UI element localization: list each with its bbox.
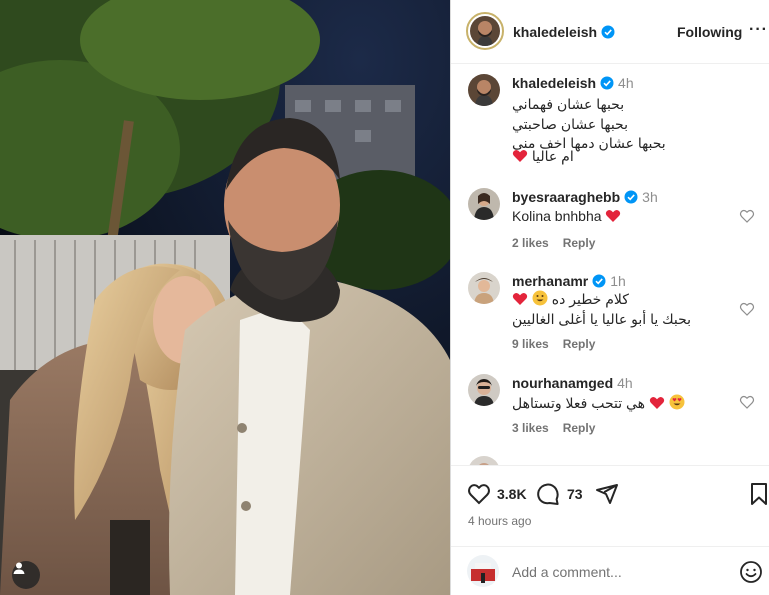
author-username[interactable]: khaledeleish — [513, 24, 615, 40]
comment-meta: 9 likes Reply — [512, 337, 595, 351]
comment-username[interactable]: merhanamr 1h — [512, 273, 626, 289]
comment-like-heart-icon[interactable] — [739, 394, 755, 410]
share-icon[interactable] — [595, 482, 619, 506]
red-heart-emoji-icon — [512, 150, 528, 162]
comment-text: كلام خطير ده — [512, 290, 629, 308]
caption-username-text[interactable]: khaledeleish — [512, 75, 596, 91]
red-heart-emoji-icon — [606, 210, 621, 222]
red-heart-emoji-icon — [512, 293, 528, 305]
verified-badge-icon — [600, 76, 614, 90]
verified-badge-icon — [624, 190, 638, 204]
heart-icon[interactable] — [467, 482, 491, 506]
comment-time: 1h — [610, 273, 626, 289]
caption-username[interactable]: khaledeleish 4h — [512, 75, 634, 91]
caption-time: 4h — [618, 75, 634, 91]
caption-last-line: ام عاليا — [512, 148, 574, 165]
comment-text-value: هي تتحب فعلا وتستاهل — [512, 395, 646, 411]
comment-username-text[interactable]: byesraaraghebb — [512, 189, 620, 205]
comment-like-heart-icon[interactable] — [739, 208, 755, 224]
comment-likes[interactable]: 2 likes — [512, 236, 549, 250]
comment-count[interactable]: 73 — [567, 486, 583, 502]
comment-icon[interactable] — [536, 482, 560, 506]
post-side-panel: khaledeleish Following ··· khaledeleish 4… — [450, 0, 769, 595]
smiley-icon[interactable] — [739, 560, 763, 584]
comment-username-text[interactable]: nourhanamged — [512, 375, 613, 391]
author-avatar[interactable] — [466, 12, 504, 50]
comment-meta: 3 likes Reply — [512, 421, 595, 435]
comment-likes[interactable]: 9 likes — [512, 337, 549, 351]
comment-username[interactable]: nourhanamged 4h — [512, 375, 633, 391]
comment-avatar[interactable] — [468, 374, 500, 406]
selfie-image — [0, 0, 450, 595]
comment-time: 3h — [642, 189, 658, 205]
post-header: khaledeleish Following ··· — [451, 0, 769, 64]
reply-button[interactable]: Reply — [563, 236, 596, 250]
following-button[interactable]: Following — [677, 24, 742, 40]
like-count[interactable]: 3.8K — [497, 486, 527, 502]
post-time-ago[interactable]: 4 hours ago — [468, 514, 531, 528]
current-user-avatar — [467, 555, 499, 587]
reply-button[interactable]: Reply — [563, 337, 596, 351]
caption-line: بحبها عشان صاحبتي — [512, 116, 628, 132]
add-comment-input[interactable] — [512, 564, 712, 580]
red-heart-emoji-icon — [649, 397, 665, 409]
comment-avatar[interactable] — [468, 456, 500, 465]
comment-text: هي تتحب فعلا وتستاهل — [512, 394, 685, 412]
comment-likes[interactable]: 3 likes — [512, 421, 549, 435]
comment-meta: 2 likes Reply — [512, 236, 595, 250]
reply-button[interactable]: Reply — [563, 421, 596, 435]
comment-username-text[interactable]: merhanamr — [512, 273, 588, 289]
add-comment-bar — [451, 546, 769, 595]
comment-text-value: كلام خطير ده — [551, 291, 629, 307]
caption-avatar[interactable] — [468, 74, 500, 106]
caption-line: بحبها عشان فهماني — [512, 96, 625, 112]
post-photo[interactable] — [0, 0, 450, 595]
comment-time: 4h — [617, 375, 633, 391]
comment-like-heart-icon[interactable] — [739, 301, 755, 317]
comment-text-line-2: بحبك يا أبو عاليا يا أغلى الغاليين — [512, 311, 692, 327]
comment-avatar[interactable] — [468, 272, 500, 304]
verified-badge-icon — [601, 25, 615, 39]
more-options-icon[interactable]: ··· — [749, 21, 768, 39]
comment-text: Kolina bnhbha — [512, 208, 621, 224]
caption-line-text: ام عاليا — [531, 148, 574, 164]
bookmark-icon[interactable] — [747, 482, 769, 506]
comment-text-value: Kolina bnhbha — [512, 208, 602, 224]
verified-badge-icon — [592, 274, 606, 288]
comment-username[interactable]: byesraaraghebb 3h — [512, 189, 658, 205]
comment-avatar[interactable] — [468, 188, 500, 220]
grinning-face-emoji-icon — [532, 290, 548, 306]
post-actions: 3.8K 73 4 hours ago — [451, 465, 769, 595]
author-username-text[interactable]: khaledeleish — [513, 24, 597, 40]
user-tag-icon[interactable] — [12, 561, 40, 589]
heart-eyes-emoji-icon — [669, 394, 685, 410]
comments-list[interactable]: khaledeleish 4h بحبها عشان فهماني بحبها ع… — [451, 64, 769, 465]
